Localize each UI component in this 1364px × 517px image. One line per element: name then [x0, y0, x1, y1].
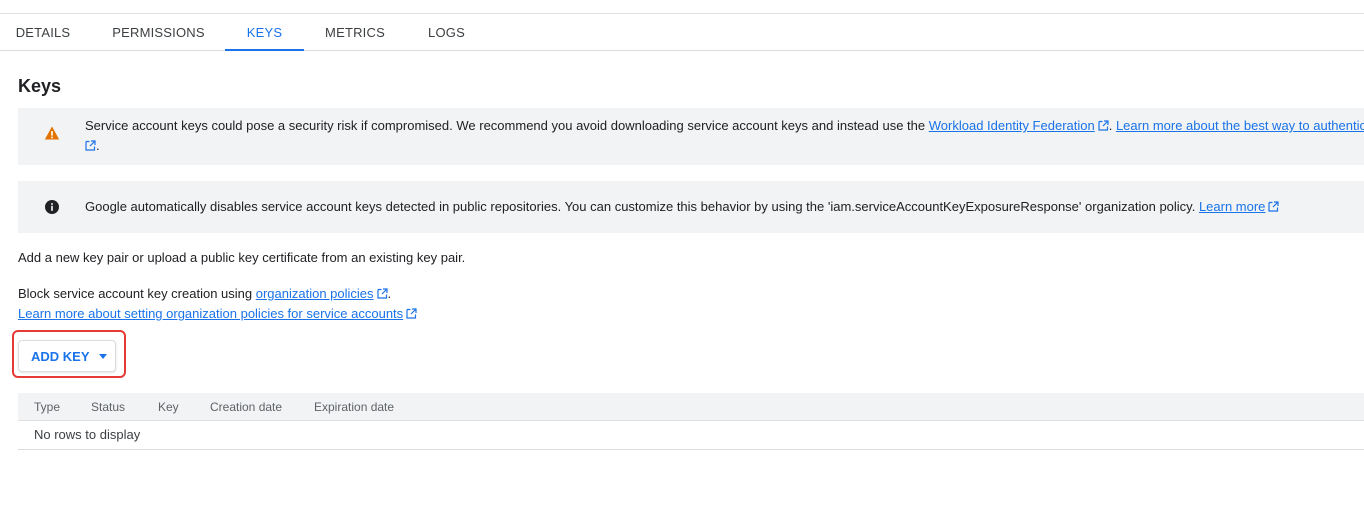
info-text: Google automatically disables service ac… — [85, 199, 1199, 214]
column-header-expiration-date[interactable]: Expiration date — [314, 400, 394, 414]
empty-message: No rows to display — [34, 427, 141, 442]
table-empty-row: No rows to display — [18, 421, 1364, 450]
column-header-status[interactable]: Status — [91, 400, 125, 414]
tab-bar: DETAILS PERMISSIONS KEYS METRICS LOGS — [0, 14, 1364, 51]
keys-table: Type Status Key Creation date Expiration… — [18, 393, 1364, 450]
warning-period: . — [96, 138, 100, 153]
block-creation-period: . — [387, 286, 392, 301]
column-header-creation-date[interactable]: Creation date — [210, 400, 282, 414]
add-key-button[interactable]: ADD KEY — [18, 340, 116, 372]
warning-text: Service account keys could pose a securi… — [85, 118, 929, 133]
organization-policies-link[interactable]: organization policies — [256, 286, 374, 301]
learn-best-way-link[interactable]: Learn more about the best way to authent… — [1116, 118, 1364, 133]
workload-identity-federation-link[interactable]: Workload Identity Federation — [929, 118, 1095, 133]
tab-details[interactable]: DETAILS — [0, 14, 86, 50]
learn-more-policies-link[interactable]: Learn more about setting organization po… — [18, 306, 403, 321]
column-header-type[interactable]: Type — [34, 400, 60, 414]
external-link-icon — [1268, 198, 1280, 212]
block-creation-text: Block service account key creation using… — [18, 284, 391, 304]
tab-keys[interactable]: KEYS — [225, 14, 304, 51]
block-creation-label: Block service account key creation using — [18, 286, 256, 301]
learn-more-link[interactable]: Learn more — [1199, 199, 1265, 214]
info-icon — [44, 199, 60, 215]
warning-text-line-1: Service account keys could pose a securi… — [85, 116, 1364, 136]
warning-text-line-2: . — [85, 136, 100, 156]
add-key-description: Add a new key pair or upload a public ke… — [18, 250, 466, 265]
page-title: Keys — [18, 76, 62, 96]
table-header: Type Status Key Creation date Expiration… — [18, 393, 1364, 421]
public-repo-info-banner: Google automatically disables service ac… — [18, 181, 1364, 233]
tab-metrics[interactable]: METRICS — [310, 14, 400, 50]
external-link-icon — [376, 285, 388, 299]
tab-logs[interactable]: LOGS — [405, 14, 488, 50]
external-link-icon — [85, 137, 96, 151]
security-warning-banner: Service account keys could pose a securi… — [18, 108, 1364, 165]
add-key-label: ADD KEY — [31, 348, 90, 364]
column-header-key[interactable]: Key — [158, 400, 179, 414]
warning-triangle-icon — [44, 125, 60, 141]
learn-more-policies-line: Learn more about setting organization po… — [18, 304, 417, 324]
warning-separator: . — [1108, 118, 1116, 133]
tab-permissions[interactable]: PERMISSIONS — [93, 14, 224, 50]
external-link-icon — [1098, 117, 1109, 131]
info-text-line: Google automatically disables service ac… — [85, 197, 1280, 217]
external-link-icon — [406, 305, 417, 319]
caret-down-icon — [98, 353, 107, 359]
